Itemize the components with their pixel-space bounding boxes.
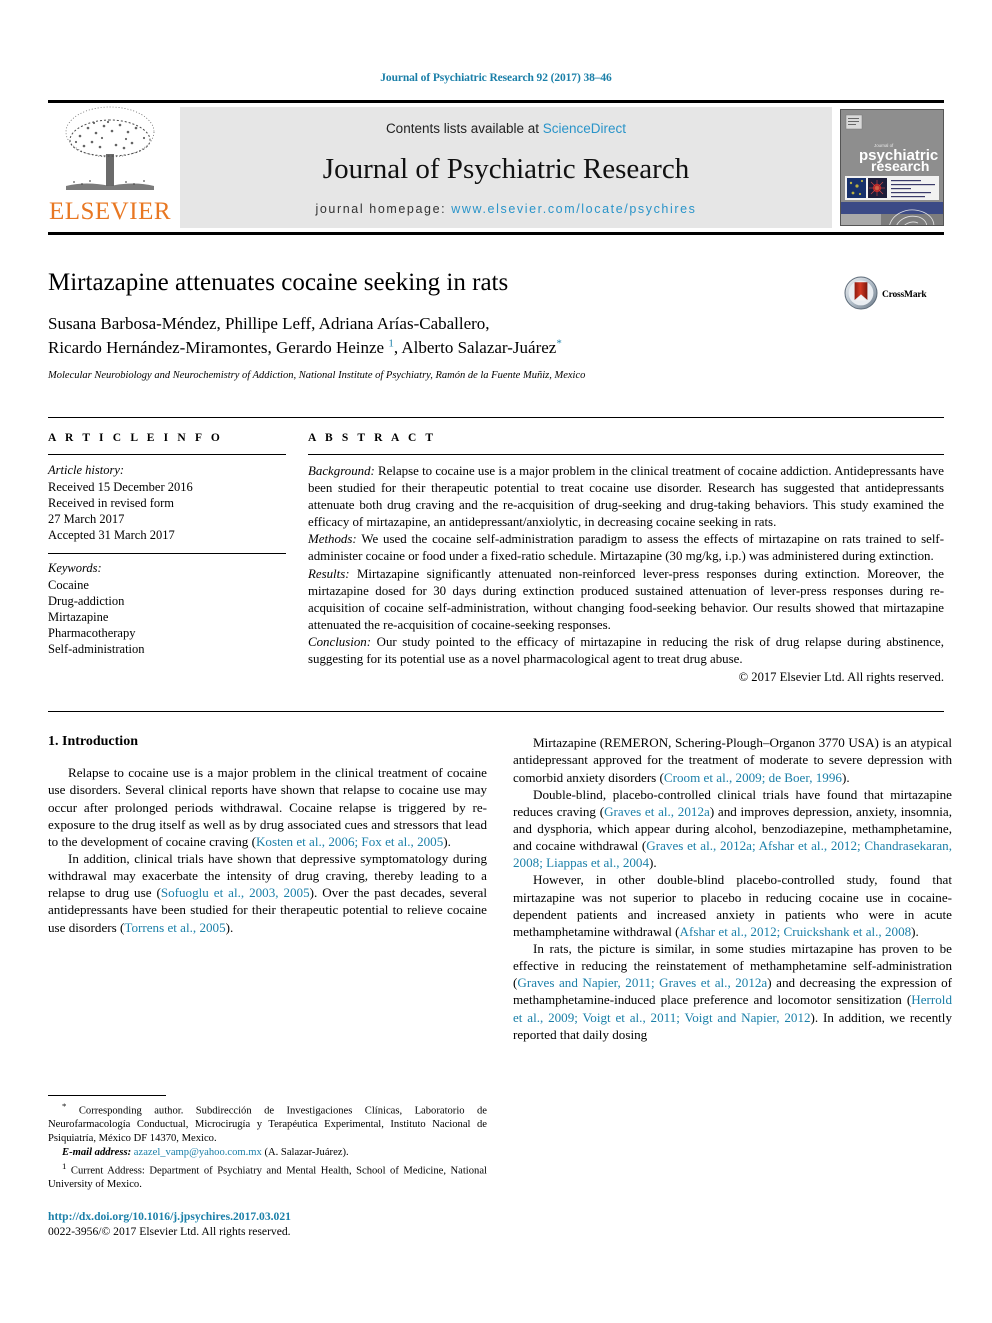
citation-link[interactable]: Graves and Napier, 2011; Graves et al., …	[517, 975, 767, 990]
divider	[48, 552, 286, 554]
email-suffix: (A. Salazar-Juárez).	[261, 1147, 349, 1159]
abstract-background-text: Relapse to cocaine use is a major proble…	[308, 463, 944, 530]
divider	[48, 453, 286, 455]
author-line-2-part-a: Ricardo Hernández-Miramontes, Gerardo He…	[48, 338, 389, 358]
author-line-1: Susana Barbosa-Méndez, Phillipe Leff, Ad…	[48, 313, 490, 333]
abstract-methods-text: We used the cocaine self-administration …	[308, 532, 944, 564]
citation-link[interactable]: Afshar et al., 2012; Cruickshank et al.,…	[680, 924, 912, 939]
footnote-email: E-mail address: azazel_vamp@yahoo.com.mx…	[48, 1146, 487, 1160]
journal-cover-thumbnail[interactable]: Journal of psychiatric research	[840, 109, 944, 226]
abstract-conclusion-text: Our study pointed to the efficacy of mir…	[308, 635, 944, 667]
journal-homepage-line: journal homepage: www.elsevier.com/locat…	[315, 202, 696, 216]
article-history-line: Accepted 31 March 2017	[48, 527, 175, 542]
elsevier-wordmark: ELSEVIER	[48, 198, 172, 225]
intro-p4-text-c: ).	[649, 855, 657, 871]
keywords-block: Keywords: Cocaine Drug-addiction Mirtaza…	[48, 552, 286, 657]
crossmark-icon	[844, 276, 878, 315]
footnote-current-address: 1 Current Address: Department of Psychia…	[48, 1161, 487, 1192]
intro-paragraph-6: In rats, the picture is similar, in some…	[513, 940, 952, 1043]
article-info-heading: A R T I C L E I N F O	[48, 431, 223, 444]
article-info-column: A R T I C L E I N F O Article history: R…	[48, 432, 286, 686]
abstract-results-text: Mirtazapine significantly attenuated non…	[308, 566, 944, 633]
footnote-current-address-text: Current Address: Department of Psychiatr…	[48, 1165, 487, 1190]
intro-paragraph-1: Relapse to cocaine use is a major proble…	[48, 764, 487, 850]
body-columns: 1. Introduction Relapse to cocaine use i…	[48, 711, 952, 1043]
abstract-conclusion: Conclusion: Our study pointed to the eff…	[308, 634, 944, 668]
section-heading-introduction: 1. Introduction	[48, 734, 138, 750]
contents-available-line: Contents lists available at ScienceDirec…	[386, 121, 626, 136]
intro-p1-text-b: ).	[443, 833, 451, 849]
citation-link[interactable]: Torrens et al., 2005	[124, 920, 225, 935]
sciencedirect-link[interactable]: ScienceDirect	[543, 121, 626, 136]
abstract-copyright: © 2017 Elsevier Ltd. All rights reserved…	[738, 669, 944, 684]
contents-prefix: Contents lists available at	[385, 121, 543, 136]
abstract-methods-label: Methods:	[308, 532, 357, 547]
abstract-methods: Methods: We used the cocaine self-admini…	[308, 531, 944, 565]
citation-link[interactable]: Graves et al., 2012a	[604, 804, 710, 819]
page-title: Mirtazapine attenuates cocaine seeking i…	[48, 269, 509, 296]
intro-paragraph-2: In addition, clinical trials have shown …	[48, 850, 487, 936]
intro-paragraph-4: Double-blind, placebo-controlled clinica…	[513, 786, 952, 872]
title-block: Mirtazapine attenuates cocaine seeking i…	[48, 269, 944, 383]
doi-block: http://dx.doi.org/10.1016/j.jpsychires.2…	[48, 1209, 487, 1239]
intro-paragraph-3: Mirtazapine (REMERON, Schering-Plough–Or…	[513, 734, 952, 785]
abstract-results-label: Results:	[308, 566, 350, 581]
citation-link[interactable]: Sofuoglu et al., 2003, 2005	[161, 885, 310, 900]
body-column-right: Mirtazapine (REMERON, Schering-Plough–Or…	[513, 734, 952, 1043]
keyword-item: Self-administration	[48, 641, 145, 656]
intro-p5-text-b: ).	[911, 923, 919, 939]
author-line-2-part-b: , Alberto Salazar-Juárez	[393, 338, 557, 358]
abstract-heading: A B S T R A C T	[308, 431, 437, 444]
journal-title: Journal of Psychiatric Research	[322, 152, 690, 185]
keywords-heading: Keywords:	[48, 560, 102, 575]
corresponding-author-marker[interactable]: *	[556, 338, 562, 350]
paper-page: Journal of Psychiatric Research 92 (2017…	[0, 0, 992, 1323]
abstract-column: A B S T R A C T Background: Relapse to c…	[308, 432, 944, 686]
email-label: E-mail address:	[62, 1147, 132, 1159]
abstract-conclusion-label: Conclusion:	[308, 635, 372, 650]
elsevier-logo[interactable]: ELSEVIER	[48, 106, 172, 228]
keyword-item: Mirtazapine	[48, 609, 109, 624]
article-history-line: Received 15 December 2016	[48, 479, 193, 494]
abstract-body: Background: Relapse to cocaine use is a …	[308, 463, 944, 686]
elsevier-tree-icon	[58, 102, 162, 198]
article-history-heading: Article history:	[48, 462, 125, 477]
abstract-results: Results: Mirtazapine significantly atten…	[308, 566, 944, 635]
footnote-divider	[48, 1095, 166, 1096]
keyword-item: Drug-addiction	[48, 593, 125, 608]
info-abstract-section: A R T I C L E I N F O Article history: R…	[48, 416, 944, 686]
article-history-line: Received in revised form	[48, 495, 174, 510]
email-link[interactable]: azazel_vamp@yahoo.com.mx	[131, 1147, 262, 1158]
author-line-2: Ricardo Hernández-Miramontes, Gerardo He…	[48, 336, 748, 361]
journal-masthead: ELSEVIER Contents lists available at Sci…	[48, 100, 944, 235]
author-list: Susana Barbosa-Méndez, Phillipe Leff, Ad…	[48, 312, 748, 361]
footnote-corresponding-text: Corresponding author. Subdirección de In…	[48, 1105, 487, 1144]
masthead-center-panel: Contents lists available at ScienceDirec…	[180, 107, 832, 228]
affiliation: Molecular Neurobiology and Neurochemistr…	[48, 370, 586, 382]
issn-copyright: 0022-3956/© 2017 Elsevier Ltd. All right…	[48, 1225, 291, 1239]
citation-link[interactable]: Kosten et al., 2006; Fox et al., 2005	[256, 834, 443, 849]
footnote-corresponding-author: * Corresponding author. Subdirección de …	[48, 1101, 487, 1145]
abstract-background-label: Background:	[308, 463, 375, 478]
homepage-label: journal homepage:	[315, 202, 452, 216]
abstract-background: Background: Relapse to cocaine use is a …	[308, 463, 944, 532]
keyword-item: Cocaine	[48, 577, 89, 592]
svg-text:research: research	[871, 158, 929, 174]
crossmark-badge[interactable]: CrossMark	[844, 275, 944, 315]
doi-link[interactable]: http://dx.doi.org/10.1016/j.jpsychires.2…	[48, 1209, 487, 1224]
intro-p2-text-c: ).	[225, 919, 234, 935]
footnotes-block: * Corresponding author. Subdirección de …	[48, 1095, 487, 1239]
divider	[308, 453, 944, 455]
keyword-item: Pharmacotherapy	[48, 625, 136, 640]
intro-paragraph-5: However, in other double-blind placebo-c…	[513, 871, 952, 940]
body-column-left: 1. Introduction Relapse to cocaine use i…	[48, 734, 487, 1043]
article-history-line: 27 March 2017	[48, 511, 125, 526]
homepage-url-link[interactable]: www.elsevier.com/locate/psychires	[451, 202, 696, 216]
crossmark-label: CrossMark	[882, 290, 927, 300]
running-head: Journal of Psychiatric Research 92 (2017…	[380, 72, 612, 84]
citation-link[interactable]: Croom et al., 2009; de Boer, 1996	[664, 770, 842, 785]
intro-p3-text-b: ).	[841, 769, 850, 785]
